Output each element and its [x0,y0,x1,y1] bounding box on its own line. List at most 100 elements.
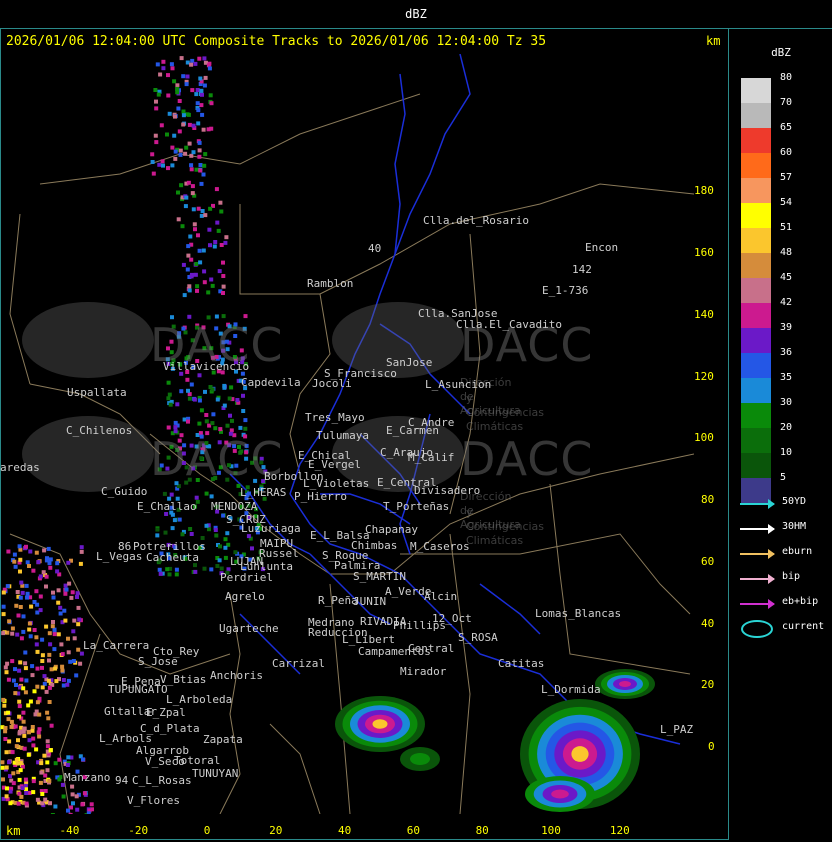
echo-cell [208,243,212,248]
echo-cell [7,739,12,744]
x-tick-label: 20 [269,824,283,837]
echo-cell [57,777,62,782]
echo-cell [241,409,246,413]
echo-cell [187,141,192,146]
echo-cell [57,757,62,762]
x-tick-label: 40 [337,824,352,837]
echo-cell [203,152,208,157]
echo-cell [28,634,33,639]
echo-cell [14,603,19,608]
echo-cell [202,163,207,168]
echo-cell [159,123,164,128]
echo-cell [208,93,213,98]
echo-cell [52,647,57,652]
echo-cell [18,569,22,574]
echo-cell [52,632,57,637]
place-label: Perdriel [220,571,273,584]
dbz-swatch [741,278,771,303]
echo-cell [13,724,18,729]
echo-cell [40,653,45,658]
echo-cell [60,664,65,669]
echo-cell [195,88,200,92]
dbz-swatch-label: 39 [780,322,793,333]
place-label: 94 [115,774,129,787]
y-tick-label: 180 [694,184,714,198]
echo-cell [202,56,207,61]
echo-cell [197,398,202,403]
echo-cell [21,710,26,715]
echo-cell [2,703,7,708]
echo-cell [30,673,35,678]
place-label: Luzuriaga [241,522,301,535]
echo-cell [66,636,70,641]
echo-cell [6,677,11,682]
echo-cell [224,235,229,240]
echo-cell [1,697,6,702]
echo-cell [178,152,183,157]
echo-cell [151,171,156,176]
echo-cell [19,636,24,641]
echo-cell [167,392,172,397]
echo-cell [30,725,35,729]
place-label: S_ROSA [458,631,498,644]
echo-cell [62,608,67,613]
echo-cell [221,284,226,289]
echo-cell [22,726,27,731]
place-label: C_Chilenos [66,424,133,437]
echo-cell [27,738,32,743]
echo-cell [39,770,44,775]
echo-cell [15,632,20,637]
echo-cell [191,150,196,155]
echo-cell [167,572,172,577]
echo-cell [223,555,228,560]
echo-cell [204,523,209,528]
echo-cell [181,113,186,118]
place-label: 86 [118,540,132,553]
track-legend-label: 30HM [782,521,807,532]
echo-cell [35,666,40,671]
echo-cell [13,564,18,569]
echo-cell [243,426,248,431]
echo-cell [201,172,206,177]
echo-cell [79,549,84,554]
echo-cell [17,714,22,719]
echo-cell [63,618,68,623]
echo-cell [202,566,207,571]
place-label: Villavicencio [163,360,250,373]
echo-cell [213,528,218,532]
echo-cell [37,712,42,717]
echo-cell [23,666,28,671]
echo-cell [198,163,203,167]
echo-cell [197,154,202,159]
echo-cell [172,133,177,138]
echo-cell [221,260,225,265]
dbz-swatch [741,403,771,428]
echo-cell [218,427,223,432]
echo-cell [27,621,32,626]
echo-cell [238,425,243,430]
echo-cell [0,765,5,770]
watermark-brand: DACC [460,432,594,486]
echo-cell [13,667,17,672]
place-label: Lomas_Blancas [535,607,622,620]
echo-cell [186,180,191,185]
echo-cell [165,567,170,572]
dbz-swatch-label: 30 [780,397,793,408]
x-tick-label: 100 [541,824,561,837]
km-unit-label-bottom: km [6,824,21,838]
echo-cell [56,632,61,637]
echo-cell [51,595,56,600]
echo-cell [209,494,214,499]
echo-cell [79,545,84,550]
place-label: E_Challao [137,500,197,513]
echo-cell [185,112,190,117]
echo-cell [150,160,155,164]
echo-cell [64,587,69,592]
place-label: M_Calif [408,451,455,464]
echo-cell [0,760,5,765]
echo-cell [25,595,29,600]
km-unit-label-top: km [706,34,721,48]
echo-cell [40,792,45,796]
echo-cell [31,743,36,748]
echo-cell [219,243,224,247]
